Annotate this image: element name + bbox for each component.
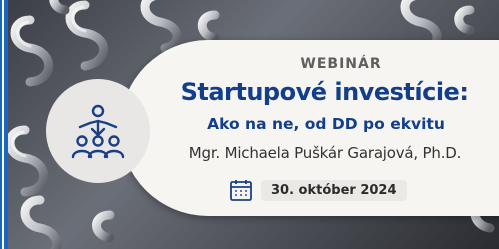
event-date: 30. október 2024 <box>261 179 407 201</box>
calendar-icon <box>230 180 252 201</box>
webinar-label: WEBINÁR <box>300 56 382 72</box>
webinar-subtitle: Ako na ne, od DD po ekvitu <box>207 115 445 133</box>
team-presentation-icon <box>71 104 125 159</box>
webinar-banner: WEBINÁR Startupové investície: Ako na ne… <box>0 0 499 249</box>
icon-circle <box>46 79 150 183</box>
speaker-name: Mgr. Michaela Puškár Garajová, Ph.D. <box>188 144 462 162</box>
webinar-title: Startupové investície: <box>180 78 469 106</box>
date-row: 30. október 2024 <box>229 177 407 203</box>
left-frame-accent <box>0 0 8 249</box>
